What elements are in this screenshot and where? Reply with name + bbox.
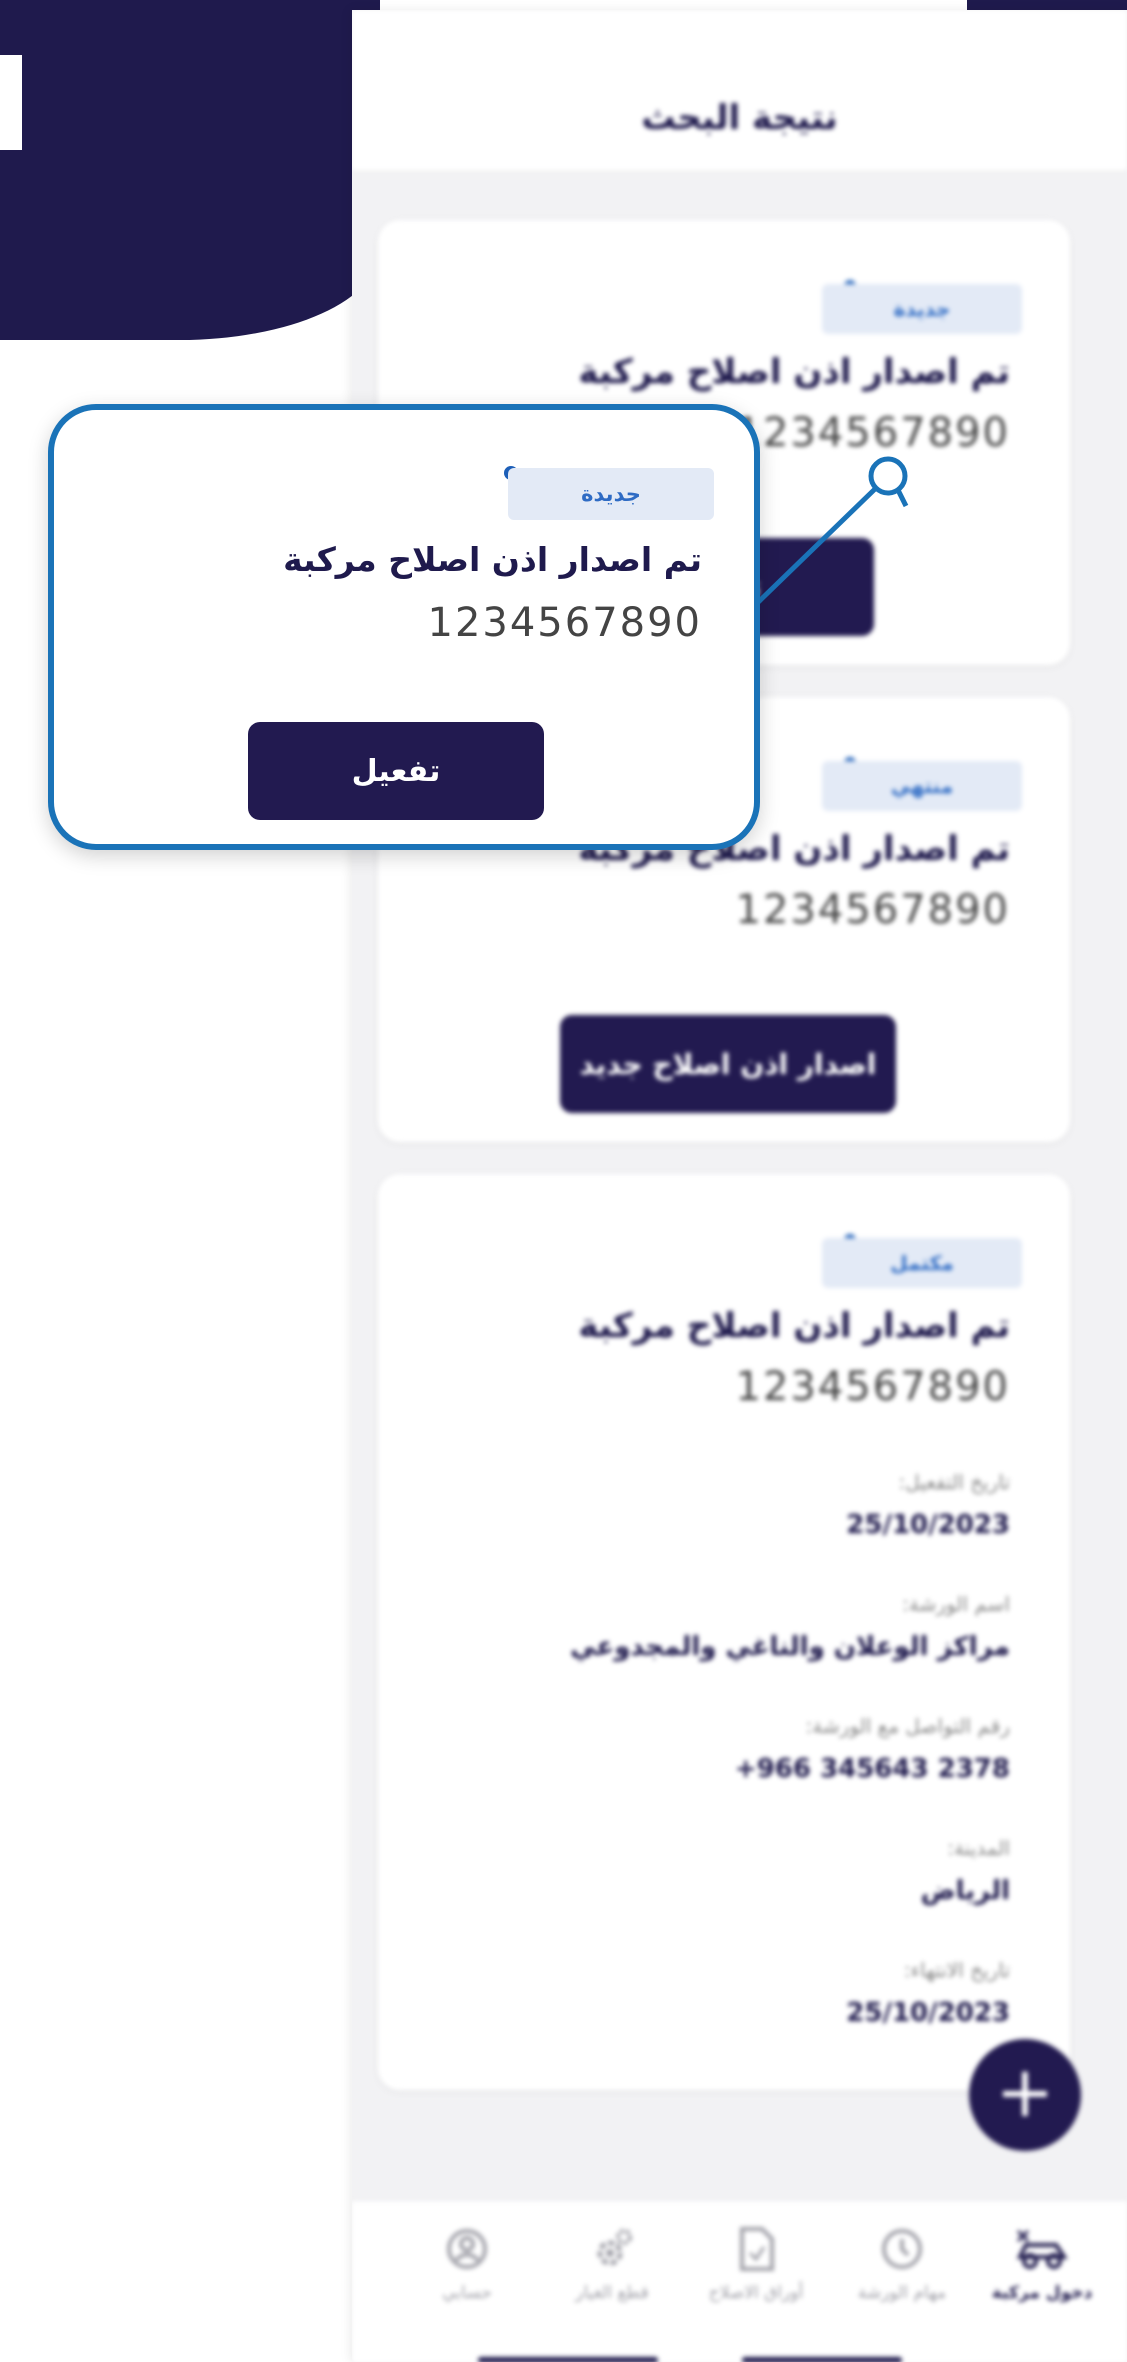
city-label: المدينة: bbox=[947, 1836, 1010, 1860]
clock-icon bbox=[827, 2221, 977, 2277]
activation-date-value: 25/10/2023 bbox=[846, 1510, 1010, 1540]
nav-label: قطع الغيار bbox=[575, 2283, 649, 2303]
workshop-phone-value: +966 345643 2378 bbox=[734, 1754, 1010, 1784]
app-header: نتيجة البحث bbox=[352, 10, 1127, 170]
card-title: تم اصدار اذن اصلاح مركبة bbox=[283, 540, 702, 579]
workshop-name-value: مراكز الوعلان والناغي والمجدوعي bbox=[570, 1632, 1010, 1662]
nav-label: دخول مركبة bbox=[991, 2283, 1093, 2303]
nav-label: مهام الورشة bbox=[857, 2283, 947, 2303]
status-badge: جديدة bbox=[822, 284, 1022, 334]
nav-label: أوراق الاصلاح bbox=[708, 2283, 804, 2303]
status-badge: جديدة bbox=[508, 468, 714, 520]
nav-label: حسابي bbox=[442, 2283, 492, 2303]
bottom-nav: دخول مركبة مهام الورشة أوراق الاصلاح قطع… bbox=[352, 2200, 1127, 2362]
nav-item-spare-parts[interactable]: قطع الغيار bbox=[537, 2221, 687, 2303]
request-card-completed[interactable]: مكتمل تم اصدار اذن اصلاح مركبة 123456789… bbox=[378, 1174, 1070, 2090]
issue-new-permit-button[interactable]: اصدار اذن اصلاح جديد bbox=[560, 1015, 896, 1113]
card-number: 1234567890 bbox=[735, 410, 1010, 456]
workshop-phone-label: رقم التواصل مع الورشة: bbox=[805, 1714, 1010, 1738]
card-number: 1234567890 bbox=[735, 1364, 1010, 1410]
background-letter-left bbox=[0, 55, 22, 150]
workshop-name-label: اسم الورشة: bbox=[902, 1592, 1010, 1616]
add-fab-button[interactable]: + bbox=[969, 2039, 1081, 2151]
card-title: تم اصدار اذن اصلاح مركبة bbox=[578, 1306, 1010, 1346]
nav-item-vehicle-entry[interactable]: دخول مركبة bbox=[967, 2221, 1117, 2303]
nav-item-my-account[interactable]: حسابي bbox=[407, 2221, 527, 2303]
nav-item-repair-documents[interactable]: أوراق الاصلاح bbox=[681, 2221, 831, 2303]
activation-date-label: تاريخ التفعيل: bbox=[898, 1470, 1010, 1494]
home-indicator-left bbox=[478, 2357, 658, 2362]
background-shape-left bbox=[0, 0, 380, 340]
phone-screen: نتيجة البحث جديدة تم اصدار اذن اصلاح مرك… bbox=[352, 10, 1127, 2362]
home-indicator-right bbox=[742, 2357, 902, 2362]
card-title: تم اصدار اذن اصلاح مركبة bbox=[578, 352, 1010, 392]
page-title: نتيجة البحث bbox=[641, 98, 838, 138]
gear-icon bbox=[537, 2221, 687, 2277]
expiry-date-label: تاريخ الانتهاء: bbox=[903, 1958, 1010, 1982]
phone-content: نتيجة البحث جديدة تم اصدار اذن اصلاح مرك… bbox=[352, 10, 1127, 2362]
activate-button[interactable]: تفعيل bbox=[248, 722, 544, 820]
card-number: 1234567890 bbox=[735, 887, 1010, 933]
expiry-date-value: 25/10/2023 bbox=[846, 1998, 1010, 2028]
user-icon bbox=[407, 2221, 527, 2277]
city-value: الرياض bbox=[920, 1876, 1010, 1906]
zoom-callout: جديدة تم اصدار اذن اصلاح مركبة 123456789… bbox=[48, 404, 760, 850]
document-icon bbox=[681, 2221, 831, 2277]
status-badge: مكتمل bbox=[822, 1238, 1022, 1288]
car-wrench-icon bbox=[967, 2221, 1117, 2277]
status-badge: منتهي bbox=[822, 761, 1022, 811]
card-number: 1234567890 bbox=[427, 600, 702, 646]
nav-item-workshop-tasks[interactable]: مهام الورشة bbox=[827, 2221, 977, 2303]
